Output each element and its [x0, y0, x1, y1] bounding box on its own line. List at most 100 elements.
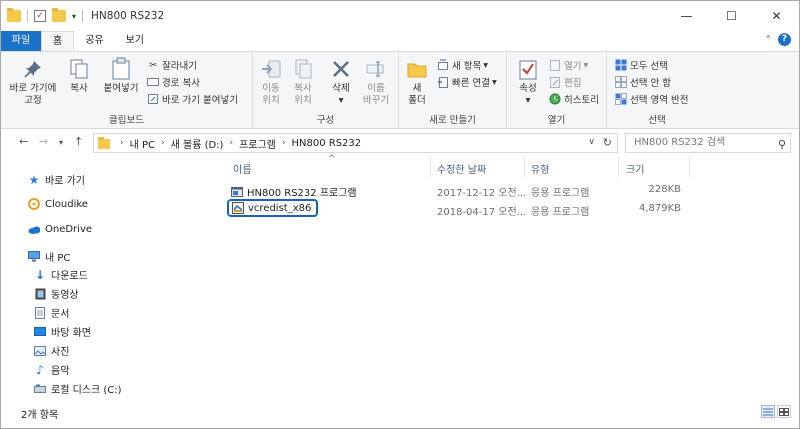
minimize-button[interactable]: — [664, 1, 709, 31]
breadcrumb-volume-d[interactable]: 새 볼륨 (D:) [171, 136, 224, 151]
nav-item-music[interactable]: ♪ 음악 [34, 362, 69, 378]
recent-locations-icon[interactable]: ▾ [59, 138, 63, 147]
cut-button[interactable]: ✂ 잘라내기 [147, 58, 197, 73]
nav-item-this-pc[interactable]: 내 PC [28, 249, 70, 264]
paste-button[interactable]: 붙여넣기 [101, 57, 141, 95]
close-button[interactable]: ✕ [754, 1, 799, 31]
edit-icon [549, 76, 561, 88]
pin-icon [21, 57, 45, 81]
nav-item-local-disk-c[interactable]: 로컬 디스크 (C:) [34, 381, 122, 396]
large-icons-view-icon[interactable] [777, 405, 791, 418]
quick-access-toolbar: ✓ ▾ HN800 RS232 [7, 1, 164, 31]
checklist-icon[interactable]: ✓ [34, 10, 46, 22]
star-icon: ★ [28, 172, 40, 187]
properties-button[interactable]: 속성 ▾ [513, 57, 543, 107]
onedrive-icon [28, 223, 40, 235]
nav-item-pictures[interactable]: 사진 [34, 343, 69, 358]
search-icon[interactable]: ⚲ [778, 136, 786, 154]
select-all-icon [615, 59, 627, 71]
file-row[interactable]: vcredist_x86 2018-04-17 오전... 응용 프로그램 4,… [227, 199, 787, 219]
breadcrumb-programs[interactable]: 프로그램 [239, 136, 276, 151]
invert-selection-button[interactable]: 선택 영역 반전 [615, 92, 688, 106]
new-group: 새 폴더 새 항목 ▾ 빠른 연결 ▾ 새로 만들기 [399, 52, 507, 129]
address-dropdown-icon[interactable]: ∨ [588, 137, 595, 147]
column-header-modified[interactable]: 수정한 날짜 [437, 161, 486, 176]
document-icon [34, 306, 46, 319]
column-header-name[interactable]: 이름 [233, 161, 251, 176]
address-row: ← → ▾ ↑ › 내 PC › 새 볼륨 (D:) › 프로그램 › HN80… [1, 130, 799, 156]
pin-quick-access-button[interactable]: 바로 가기에 고정 [7, 57, 59, 107]
address-bar[interactable]: › 내 PC › 새 볼륨 (D:) › 프로그램 › HN800 RS232 … [93, 133, 618, 153]
paste-shortcut-button[interactable]: 바로 가기 붙여넣기 [147, 92, 238, 106]
new-item-button[interactable]: 새 항목 ▾ [437, 58, 488, 72]
move-to-button[interactable]: 이동 위치 [257, 57, 285, 107]
installer-icon [232, 202, 244, 214]
item-count: 2개 항목 [21, 410, 59, 421]
open-button[interactable]: 열기 ▾ [549, 58, 588, 72]
history-button[interactable]: 히스토리 [549, 92, 599, 106]
nav-item-quick-access[interactable]: ★ 바로 가기 [28, 172, 85, 188]
disk-icon [34, 383, 46, 395]
file-type: 응용 프로그램 [531, 207, 590, 218]
folder-icon [98, 137, 110, 149]
path-icon [147, 76, 159, 88]
status-bar: 2개 항목 [1, 399, 799, 428]
paste-shortcut-icon [147, 93, 159, 105]
download-icon: ↓ [34, 267, 46, 282]
rename-button[interactable]: 이름 바꾸기 [359, 57, 393, 107]
title-bar: ✓ ▾ HN800 RS232 — ☐ ✕ [1, 1, 799, 31]
column-header-type[interactable]: 유형 [531, 161, 549, 176]
maximize-button[interactable]: ☐ [709, 1, 754, 31]
up-arrow-icon[interactable]: ↑ [74, 135, 83, 148]
tab-file[interactable]: 파일 [1, 31, 41, 51]
select-none-button[interactable]: 선택 안 함 [615, 75, 671, 89]
nav-item-videos[interactable]: 동영상 [34, 286, 79, 301]
rename-icon [364, 57, 388, 81]
nav-item-downloads[interactable]: ↓ 다운로드 [34, 267, 88, 283]
copy-path-button[interactable]: 경로 복사 [147, 75, 200, 89]
copy-to-button[interactable]: 복사 위치 [289, 57, 317, 107]
breadcrumb-this-pc[interactable]: 내 PC [130, 136, 155, 151]
file-size: 4,879KB [638, 203, 681, 214]
nav-item-onedrive[interactable]: OneDrive [28, 223, 92, 235]
new-folder-icon[interactable] [52, 8, 66, 22]
copy-to-icon [291, 57, 315, 81]
navigation-pane: ★ 바로 가기 Cloudike OneDrive 내 PC ↓ 다운로드 동영… [1, 157, 221, 397]
nav-item-desktop[interactable]: 바탕 화면 [34, 324, 91, 339]
customize-toolbar-dropdown[interactable]: ▾ [72, 12, 76, 21]
select-group: 모두 선택 선택 안 함 선택 영역 반전 선택 [607, 52, 707, 129]
organize-group-label: 구성 [316, 115, 335, 126]
video-icon [34, 288, 46, 300]
details-view-icon[interactable] [761, 405, 775, 418]
breadcrumb-hn800[interactable]: HN800 RS232 [292, 138, 362, 149]
easy-access-button[interactable]: 빠른 연결 ▾ [437, 75, 497, 89]
application-icon [231, 186, 243, 198]
edit-button[interactable]: 편집 [549, 75, 581, 89]
back-arrow-icon[interactable]: ← [19, 135, 28, 148]
forward-arrow-icon[interactable]: → [39, 135, 48, 148]
expand-ribbon-icon[interactable]: ⌃ [764, 35, 772, 45]
pc-icon [28, 251, 40, 263]
file-modified: 2017-12-12 오전... [437, 188, 527, 199]
help-icon[interactable]: ? [778, 33, 791, 46]
invert-selection-icon [615, 93, 627, 105]
picture-icon [34, 345, 46, 357]
tab-view[interactable]: 보기 [115, 31, 155, 51]
nav-item-documents[interactable]: 문서 [34, 305, 69, 320]
open-group-label: 열기 [547, 115, 566, 126]
column-header-size[interactable]: 크기 [626, 161, 644, 176]
tab-share[interactable]: 공유 [74, 31, 114, 51]
cloud-icon [28, 198, 40, 210]
search-input[interactable]: HN800 RS232 검색 ⚲ [625, 133, 791, 153]
tab-home[interactable]: 홈 [41, 31, 75, 51]
ribbon: 바로 가기에 고정 복사 붙여넣기 ✂ 잘라내기 경로 복사 바로 가기 붙여넣… [1, 51, 799, 129]
copy-button[interactable]: 복사 [65, 57, 93, 95]
properties-icon [516, 57, 540, 81]
new-folder-button[interactable]: 새 폴더 [403, 57, 431, 107]
delete-button[interactable]: 삭제 ▾ [327, 57, 355, 107]
file-row[interactable]: HN800 RS232 프로그램 2017-12-12 오전... 응용 프로그… [227, 181, 787, 200]
refresh-icon[interactable]: ↻ [603, 136, 612, 149]
folder-icon [7, 8, 21, 22]
select-all-button[interactable]: 모두 선택 [615, 58, 668, 72]
nav-item-cloudike[interactable]: Cloudike [28, 198, 88, 210]
